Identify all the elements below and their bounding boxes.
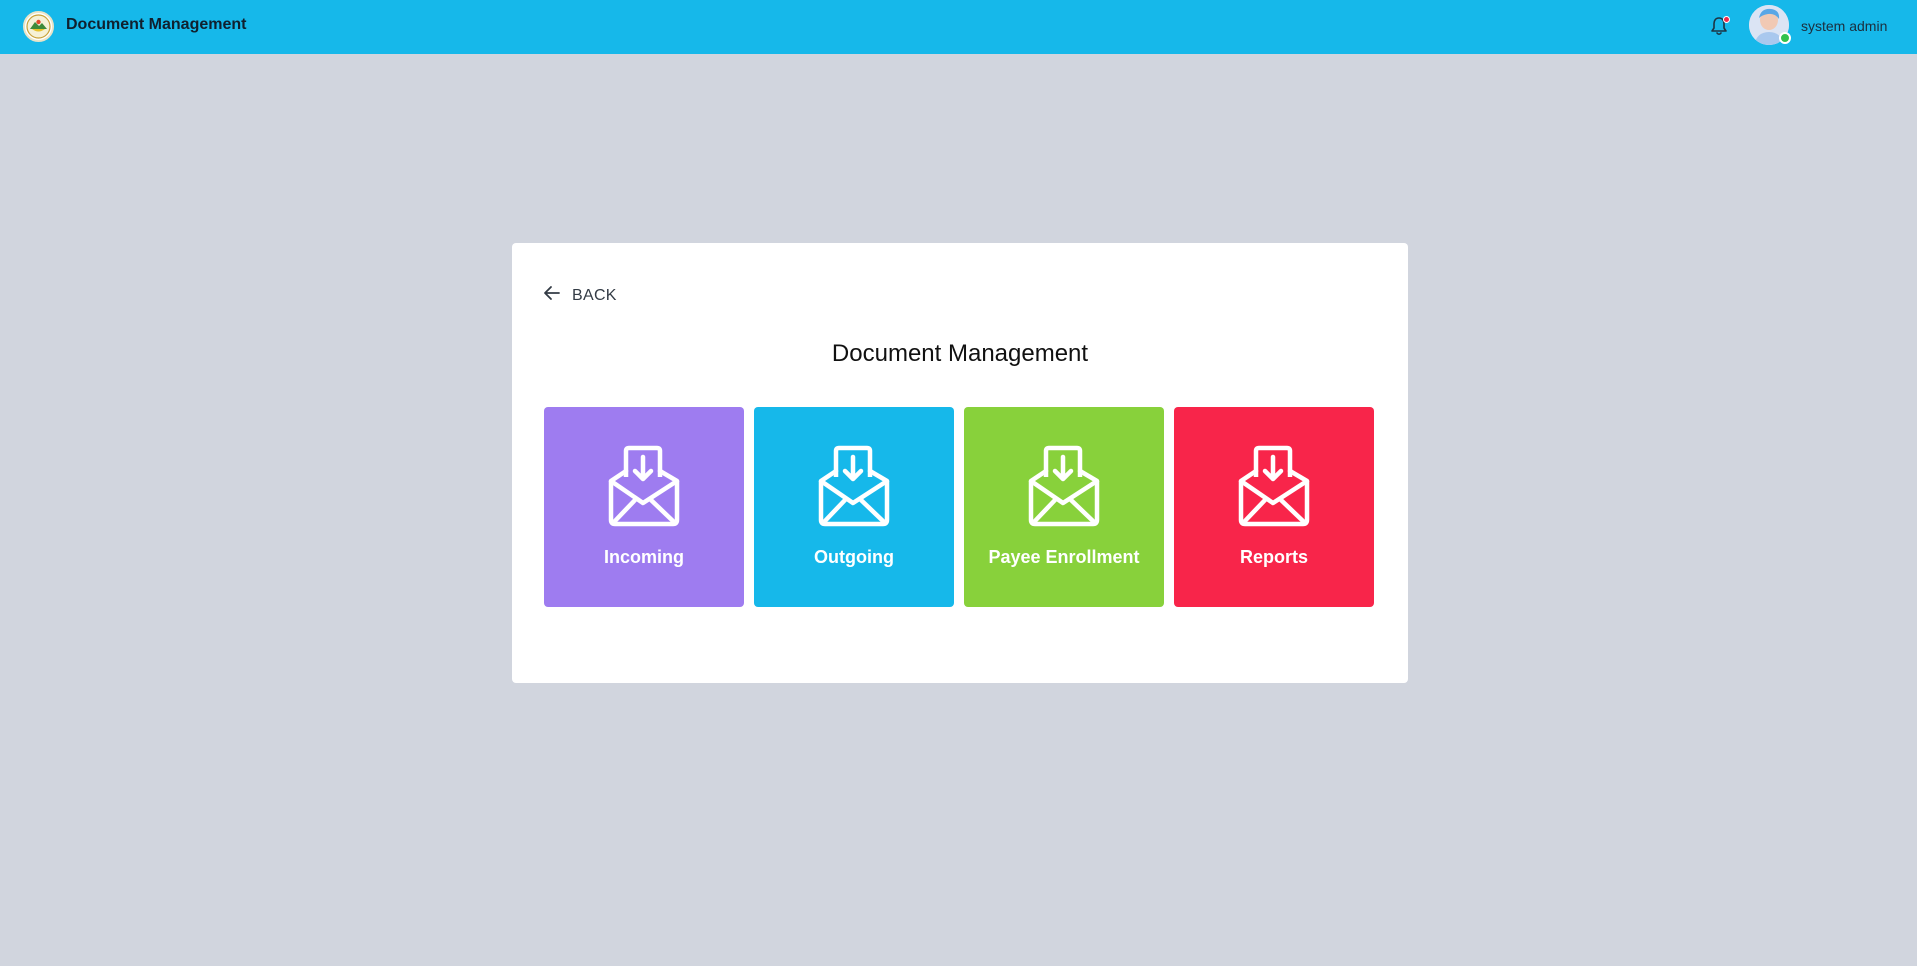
seal-logo-icon[interactable] (23, 11, 54, 42)
module-tiles: Incoming Outgoing Payee Enrollment Repor… (544, 407, 1374, 607)
tile-label: Reports (1239, 547, 1308, 567)
envelope-download-icon (816, 445, 892, 527)
top-navigation-bar: Document Management system admin (0, 0, 1917, 54)
envelope-download-icon (1026, 445, 1102, 527)
arrow-left-icon (543, 285, 561, 306)
page-title: Document Management (831, 340, 1089, 367)
reports-tile[interactable]: Reports (1174, 407, 1374, 607)
payee-enrollment-tile[interactable]: Payee Enrollment (964, 407, 1164, 607)
incoming-tile[interactable]: Incoming (544, 407, 744, 607)
tile-label: Payee Enrollment (988, 547, 1140, 567)
tile-label: Outgoing (814, 547, 894, 567)
app-title: Document Management (66, 16, 247, 33)
module-card: BACK Document Management Incoming Outgoi… (512, 243, 1408, 683)
outgoing-tile[interactable]: Outgoing (754, 407, 954, 607)
envelope-download-icon (1236, 445, 1312, 527)
back-label: BACK (572, 286, 617, 304)
tile-label: Incoming (604, 547, 684, 567)
avatar[interactable] (1749, 5, 1791, 45)
online-status-dot (1779, 32, 1791, 44)
user-name[interactable]: system admin (1801, 18, 1887, 34)
bell-icon[interactable] (1710, 16, 1730, 38)
envelope-download-icon (606, 445, 682, 527)
notification-badge (1723, 16, 1730, 23)
back-button[interactable]: BACK (543, 285, 617, 306)
